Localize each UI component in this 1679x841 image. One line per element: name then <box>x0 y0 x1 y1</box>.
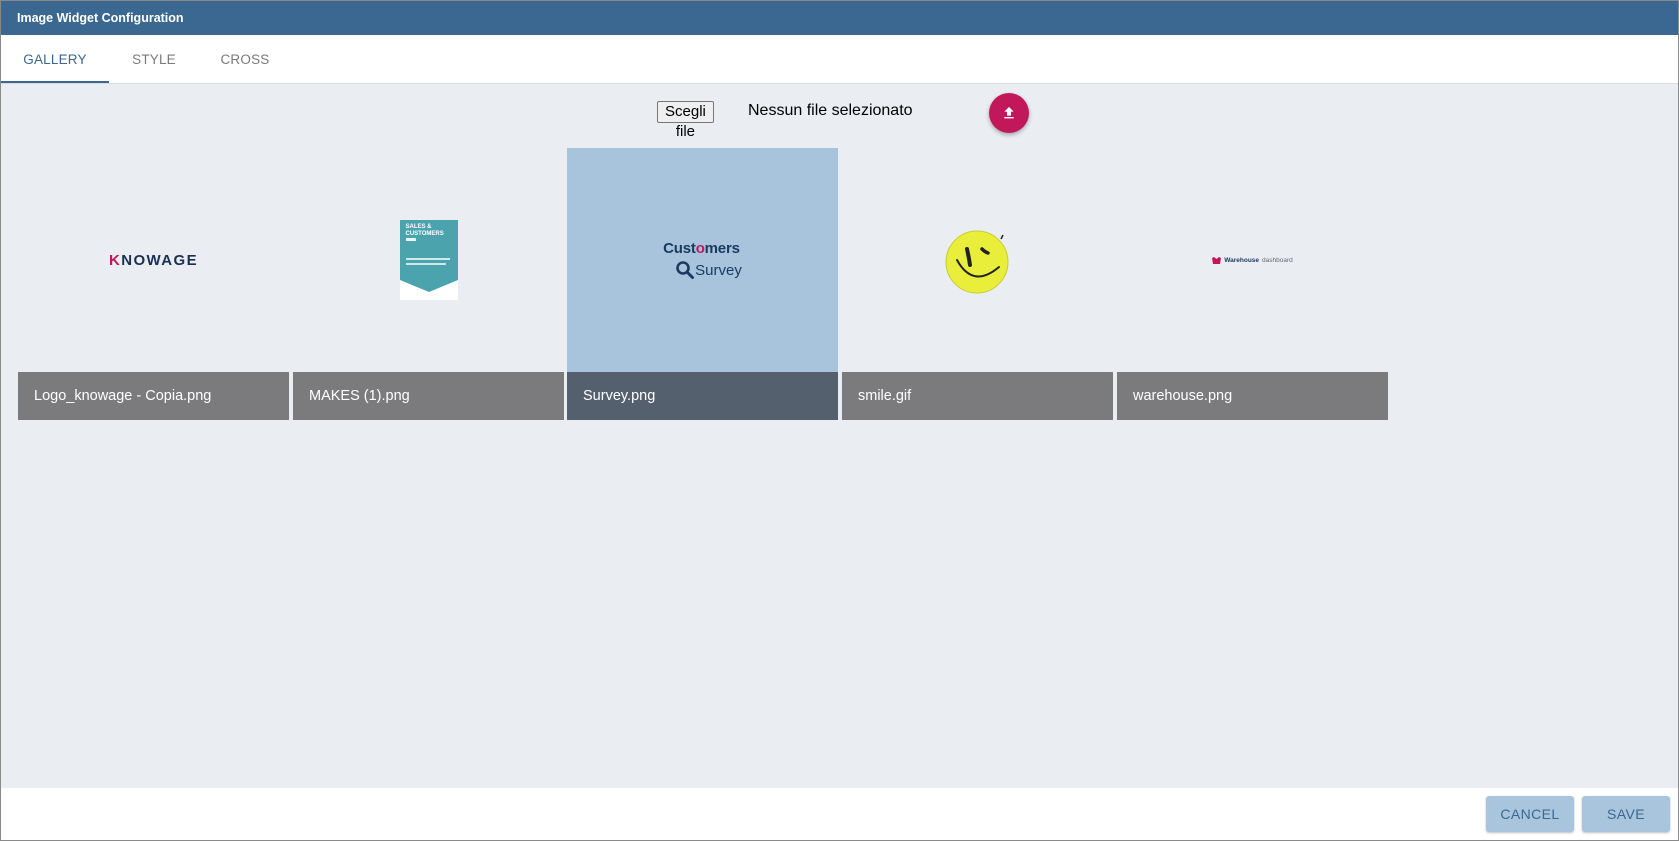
logo-customers-accent: o <box>695 240 705 257</box>
upload-icon <box>1004 107 1014 119</box>
tab-cross[interactable]: CROSS <box>199 35 291 84</box>
image-thumbnail <box>842 148 1113 372</box>
gallery-card[interactable]: SALES & CUSTOMERS MAKES (1).png <box>293 148 564 420</box>
image-thumbnail: KNOWAGE <box>18 148 289 372</box>
tab-style[interactable]: STYLE <box>109 35 199 84</box>
dialog-title: Image Widget Configuration <box>1 1 1678 35</box>
knowage-logo: KNOWAGE <box>109 252 198 269</box>
gallery-card[interactable]: KNOWAGE Logo_knowage - Copia.png <box>18 148 289 420</box>
knowage-logo-rest: NOWAGE <box>121 251 198 269</box>
save-button[interactable]: SAVE <box>1582 796 1670 832</box>
sales-customers-badge: SALES & CUSTOMERS <box>399 220 458 300</box>
gallery-panel: Scegli file Nessun file selezionato KNOW… <box>1 84 1678 788</box>
image-filename: warehouse.png <box>1117 372 1388 420</box>
logo-customers-part: Cust <box>663 240 696 257</box>
warehouse-logo-text: Warehouse <box>1224 256 1260 264</box>
logo-line-survey: Survey <box>675 260 742 280</box>
warehouse-logo: Warehouse dashboard <box>1212 256 1293 264</box>
warehouse-icon <box>1212 256 1222 264</box>
image-thumbnail: Customers Survey <box>567 148 838 372</box>
tab-gallery[interactable]: GALLERY <box>1 35 109 84</box>
image-filename: Survey.png <box>567 372 838 420</box>
file-status-text: Nessun file selezionato <box>748 102 913 119</box>
image-gallery: KNOWAGE Logo_knowage - Copia.png SALES &… <box>18 148 1398 420</box>
badge-title: SALES & CUSTOMERS <box>405 224 444 237</box>
gallery-card-selected[interactable]: Customers Survey Survey.png <box>567 148 838 420</box>
dialog-footer: CANCEL SAVE <box>1 788 1678 840</box>
active-tab-indicator <box>1 81 109 83</box>
smiley-icon <box>945 230 1008 294</box>
logo-line-customers: Customers <box>663 240 742 257</box>
image-filename: smile.gif <box>842 372 1113 420</box>
customers-survey-logo: Customers Survey <box>663 240 742 280</box>
image-filename: Logo_knowage - Copia.png <box>18 372 289 420</box>
tab-bar: GALLERY STYLE CROSS <box>1 35 1678 84</box>
warehouse-logo-subtext: dashboard <box>1262 256 1293 264</box>
gallery-card[interactable]: smile.gif <box>842 148 1113 420</box>
choose-file-button[interactable]: Scegli file <box>657 101 714 140</box>
magnifier-icon <box>676 261 695 279</box>
image-filename: MAKES (1).png <box>293 372 564 420</box>
cancel-button[interactable]: CANCEL <box>1486 796 1574 832</box>
upload-button[interactable] <box>989 93 1029 133</box>
logo-survey-text: Survey <box>695 261 742 279</box>
knowage-logo-k: K <box>109 251 122 269</box>
image-widget-config-dialog: Image Widget Configuration GALLERY STYLE… <box>0 0 1679 841</box>
image-thumbnail: Warehouse dashboard <box>1117 148 1388 372</box>
logo-customers-part: mers <box>704 240 740 257</box>
image-thumbnail: SALES & CUSTOMERS <box>293 148 564 372</box>
gallery-card[interactable]: Warehouse dashboard warehouse.png <box>1117 148 1388 420</box>
